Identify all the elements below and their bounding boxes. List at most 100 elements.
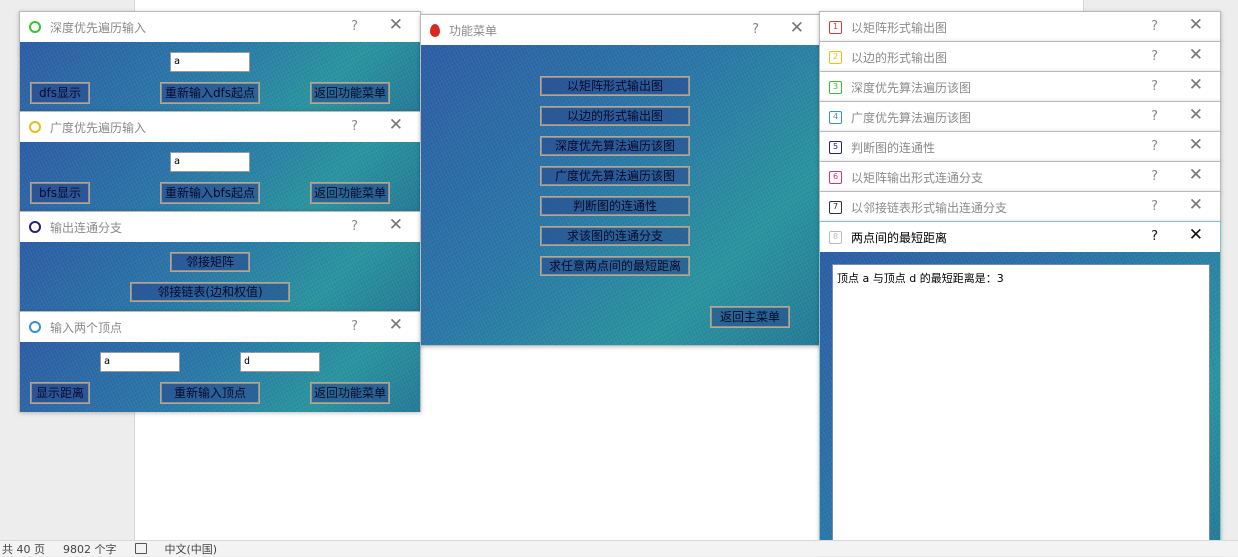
bfs-show-button[interactable]: bfs显示 (30, 182, 90, 204)
component-output-window: 输出连通分支 ? ✕ 邻接矩阵 邻接链表(边和权值) (19, 211, 421, 312)
stacked-window[interactable]: 2 以边的形式输出图? ✕ (819, 41, 1221, 72)
app-icon (29, 21, 41, 33)
number-6-icon: 6 (829, 170, 842, 184)
show-distance-button[interactable]: 显示距离 (30, 382, 90, 404)
bfs-input-window: 广度优先遍历输入 ? ✕ a bfs显示 重新输入bfs起点 返回功能菜单 (19, 111, 421, 212)
help-button[interactable]: ? (752, 22, 759, 37)
function-menu-window: 功能菜单 ? ✕ 以矩阵形式输出图 以边的形式输出图 深度优先算法遍历该图 广度… (420, 14, 822, 346)
help-button[interactable]: ? (1151, 109, 1158, 124)
stacked-title-bar[interactable]: 2 以边的形式输出图? ✕ (820, 42, 1220, 72)
menu-item-components[interactable]: 求该图的连通分支 (540, 226, 690, 246)
help-button[interactable]: ? (1151, 79, 1158, 94)
window-title: 深度优先遍历输入 (50, 20, 147, 35)
help-button[interactable]: ? (1151, 49, 1158, 64)
window-body: 邻接矩阵 邻接链表(边和权值) (20, 242, 420, 312)
component-title-bar[interactable]: 输出连通分支 ? ✕ (20, 212, 420, 242)
reinput-vertex-button[interactable]: 重新输入顶点 (160, 382, 260, 404)
stacked-title-bar[interactable]: 1 以矩阵形式输出图? ✕ (820, 12, 1220, 42)
menu-item-matrix[interactable]: 以矩阵形式输出图 (540, 76, 690, 96)
reinput-start-button[interactable]: 重新输入bfs起点 (160, 182, 260, 204)
close-button[interactable]: ✕ (389, 115, 403, 135)
window-title: 广度优先算法遍历该图 (851, 110, 972, 125)
start-vertex-input[interactable]: a (170, 52, 250, 72)
back-to-menu-button[interactable]: 返回功能菜单 (310, 182, 390, 204)
stacked-window[interactable]: 4 广度优先算法遍历该图? ✕ (819, 101, 1221, 132)
number-4-icon: 4 (829, 110, 842, 124)
close-button[interactable]: ✕ (790, 18, 804, 38)
stacked-window[interactable]: 6 以矩阵输出形式连通分支? ✕ (819, 161, 1221, 192)
app-icon (29, 221, 41, 233)
result-text-area[interactable]: 顶点 a 与顶点 d 的最短距离是：3 (832, 264, 1210, 542)
stacked-title-bar[interactable]: 4 广度优先算法遍历该图? ✕ (820, 102, 1220, 132)
stacked-title-bar[interactable]: 7 以邻接链表形式输出连通分支? ✕ (820, 192, 1220, 222)
number-5-icon: 5 (829, 140, 842, 154)
window-title: 以矩阵形式输出图 (851, 20, 948, 35)
help-button[interactable]: ? (351, 319, 358, 334)
menu-item-connectivity[interactable]: 判断图的连通性 (540, 196, 690, 216)
number-7-icon: 7 (829, 200, 842, 214)
bfs-title-bar[interactable]: 广度优先遍历输入 ? ✕ (20, 112, 420, 142)
dfs-title-bar[interactable]: 深度优先遍历输入 ? ✕ (20, 12, 420, 42)
stacked-window[interactable]: 1 以矩阵形式输出图? ✕ (819, 11, 1221, 42)
vertex-title-bar[interactable]: 输入两个顶点 ? ✕ (20, 312, 420, 342)
number-1-icon: 1 (829, 20, 842, 34)
app-icon (29, 321, 41, 333)
help-button[interactable]: ? (351, 119, 358, 134)
vertex-a-input[interactable]: a (100, 352, 180, 372)
close-button[interactable]: ✕ (1189, 225, 1203, 245)
vertex-b-input[interactable]: d (240, 352, 320, 372)
stacked-title-bar[interactable]: 3 深度优先算法遍历该图? ✕ (820, 72, 1220, 102)
help-button[interactable]: ? (1151, 169, 1158, 184)
close-button[interactable]: ✕ (1189, 195, 1203, 215)
status-bar: 共 40 页 9802 个字 中文(中国) (0, 540, 1238, 556)
close-button[interactable]: ✕ (1189, 75, 1203, 95)
flame-icon (430, 23, 440, 37)
help-button[interactable]: ? (1151, 229, 1158, 244)
dfs-show-button[interactable]: dfs显示 (30, 82, 90, 104)
close-button[interactable]: ✕ (389, 315, 403, 335)
menu-item-edges[interactable]: 以边的形式输出图 (540, 106, 690, 126)
back-to-menu-button[interactable]: 返回功能菜单 (310, 82, 390, 104)
close-button[interactable]: ✕ (1189, 105, 1203, 125)
menu-item-bfs[interactable]: 广度优先算法遍历该图 (540, 166, 690, 186)
window-body: a bfs显示 重新输入bfs起点 返回功能菜单 (20, 142, 420, 212)
close-button[interactable]: ✕ (389, 15, 403, 35)
close-button[interactable]: ✕ (1189, 45, 1203, 65)
close-button[interactable]: ✕ (1189, 15, 1203, 35)
back-to-menu-button[interactable]: 返回功能菜单 (310, 382, 390, 404)
close-button[interactable]: ✕ (389, 215, 403, 235)
page-count[interactable]: 共 40 页 (2, 541, 45, 557)
proofing-icon[interactable] (134, 543, 147, 554)
adjacency-matrix-button[interactable]: 邻接矩阵 (170, 252, 250, 272)
shortest-distance-result: 顶点 a 与顶点 d 的最短距离是：3 (837, 272, 1004, 285)
back-to-main-menu-button[interactable]: 返回主菜单 (710, 306, 790, 328)
word-count[interactable]: 9802 个字 (63, 541, 117, 557)
help-button[interactable]: ? (1151, 199, 1158, 214)
distance-title-bar[interactable]: 8 两点间的最短距离 ? ✕ (820, 222, 1220, 252)
window-body: 顶点 a 与顶点 d 的最短距离是：3 (820, 252, 1220, 552)
vertex-input-window: 输入两个顶点 ? ✕ a d 显示距离 重新输入顶点 返回功能菜单 (19, 311, 421, 412)
window-title: 以矩阵输出形式连通分支 (851, 170, 984, 185)
window-body: a dfs显示 重新输入dfs起点 返回功能菜单 (20, 42, 420, 112)
stacked-window[interactable]: 7 以邻接链表形式输出连通分支? ✕ (819, 191, 1221, 222)
stacked-title-bar[interactable]: 6 以矩阵输出形式连通分支? ✕ (820, 162, 1220, 192)
menu-item-shortest-path[interactable]: 求任意两点间的最短距离 (540, 256, 690, 276)
stacked-window[interactable]: 5 判断图的连通性? ✕ (819, 131, 1221, 162)
reinput-start-button[interactable]: 重新输入dfs起点 (160, 82, 260, 104)
adjacency-list-button[interactable]: 邻接链表(边和权值) (130, 282, 290, 302)
stacked-window[interactable]: 3 深度优先算法遍历该图? ✕ (819, 71, 1221, 102)
help-button[interactable]: ? (1151, 19, 1158, 34)
dfs-input-window: 深度优先遍历输入 ? ✕ a dfs显示 重新输入dfs起点 返回功能菜单 (19, 11, 421, 112)
stacked-title-bar[interactable]: 5 判断图的连通性? ✕ (820, 132, 1220, 162)
window-title: 输出连通分支 (50, 220, 123, 235)
window-title: 以邻接链表形式输出连通分支 (851, 200, 1008, 215)
help-button[interactable]: ? (351, 219, 358, 234)
start-vertex-input[interactable]: a (170, 152, 250, 172)
close-button[interactable]: ✕ (1189, 135, 1203, 155)
menu-title-bar[interactable]: 功能菜单 ? ✕ (421, 15, 821, 45)
close-button[interactable]: ✕ (1189, 165, 1203, 185)
help-button[interactable]: ? (1151, 139, 1158, 154)
language-indicator[interactable]: 中文(中国) (165, 541, 218, 557)
menu-item-dfs[interactable]: 深度优先算法遍历该图 (540, 136, 690, 156)
help-button[interactable]: ? (351, 19, 358, 34)
